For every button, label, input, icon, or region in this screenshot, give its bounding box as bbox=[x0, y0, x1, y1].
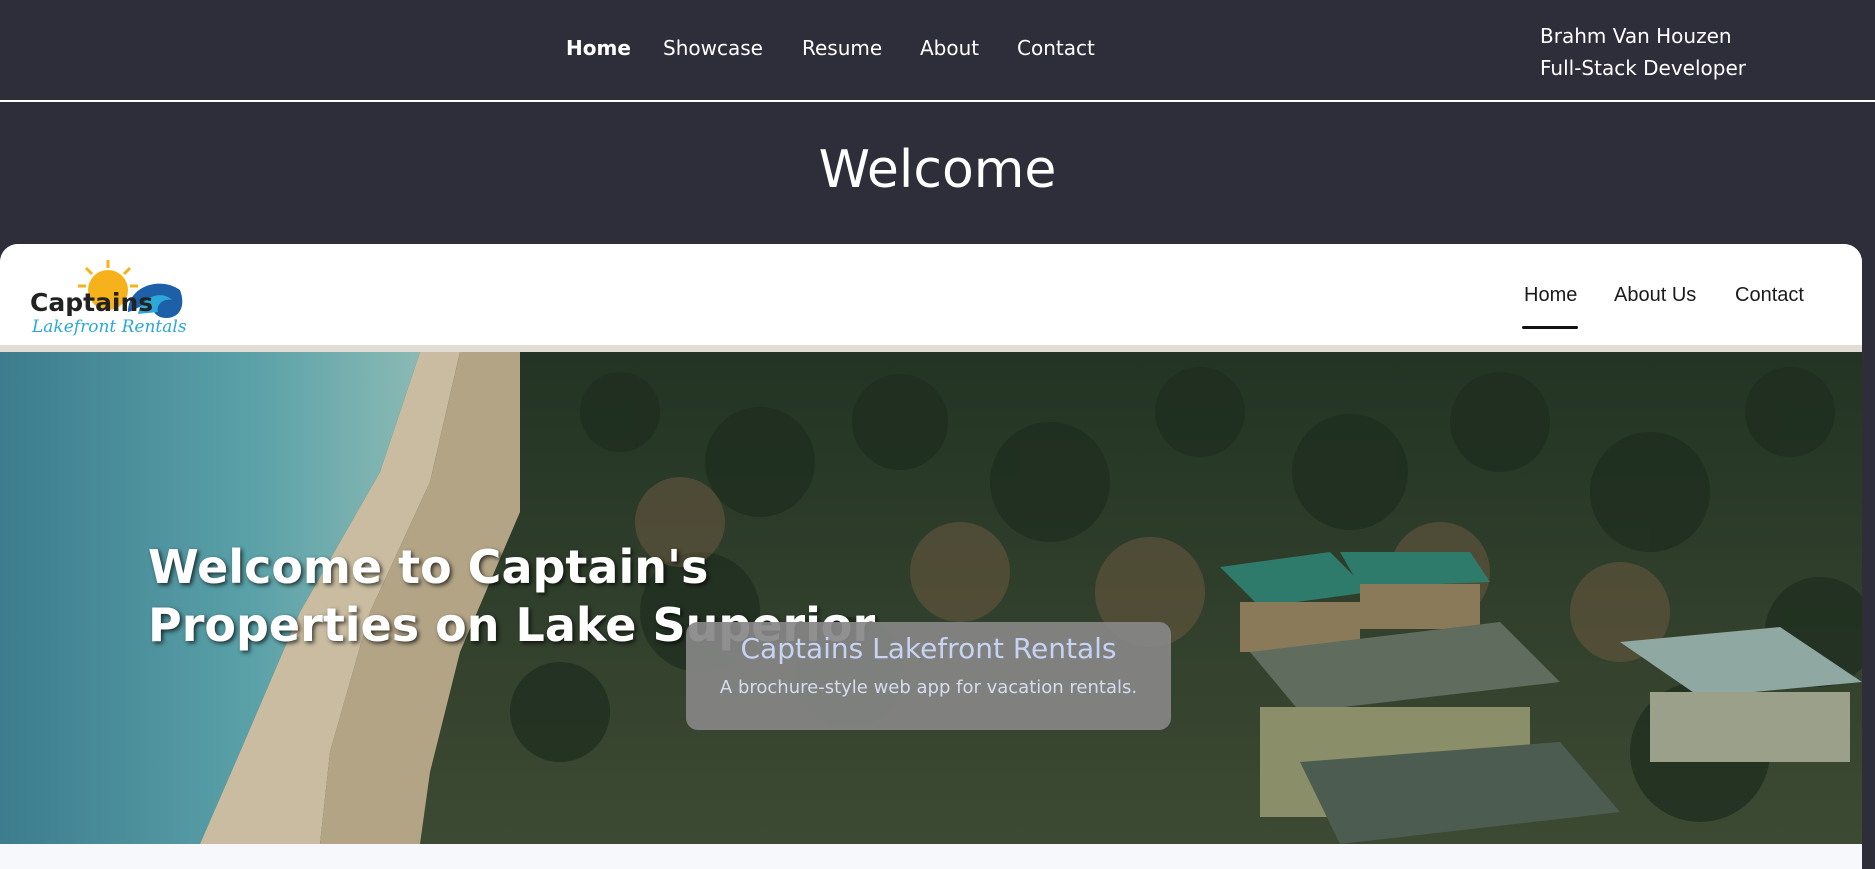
top-navigation-bar: Home Showcase Resume About Contact Brahm… bbox=[0, 0, 1875, 102]
project-preview-frame[interactable]: Captains Lakefront Rentals Home About Us… bbox=[0, 244, 1862, 869]
page-title: Welcome bbox=[818, 140, 1057, 200]
nav-resume-link[interactable]: Resume bbox=[802, 36, 882, 60]
project-info-card[interactable]: Captains Lakefront Rentals A brochure-st… bbox=[686, 622, 1171, 730]
preview-nav-home[interactable]: Home bbox=[1524, 284, 1577, 307]
active-nav-underline bbox=[1522, 326, 1578, 329]
svg-text:Captains: Captains bbox=[30, 288, 153, 317]
nav-contact-link[interactable]: Contact bbox=[1017, 36, 1095, 60]
preview-site-header: Captains Lakefront Rentals Home About Us… bbox=[0, 244, 1862, 352]
project-description: A brochure-style web app for vacation re… bbox=[719, 677, 1138, 698]
preview-nav-contact[interactable]: Contact bbox=[1735, 284, 1804, 307]
project-title: Captains Lakefront Rentals bbox=[740, 632, 1117, 665]
nav-about-link[interactable]: About bbox=[920, 36, 979, 60]
svg-text:Lakefront Rentals: Lakefront Rentals bbox=[31, 317, 187, 337]
captains-logo[interactable]: Captains Lakefront Rentals bbox=[30, 256, 190, 338]
hero-section: Welcome to Captain's Properties on Lake … bbox=[0, 352, 1862, 844]
preview-nav-about-us[interactable]: About Us bbox=[1614, 284, 1696, 307]
author-info: Brahm Van Houzen Full-Stack Developer bbox=[1540, 20, 1746, 84]
author-name: Brahm Van Houzen bbox=[1540, 24, 1732, 48]
nav-showcase-link[interactable]: Showcase bbox=[663, 36, 763, 60]
nav-home-link[interactable]: Home bbox=[566, 36, 631, 60]
author-role: Full-Stack Developer bbox=[1540, 56, 1747, 80]
